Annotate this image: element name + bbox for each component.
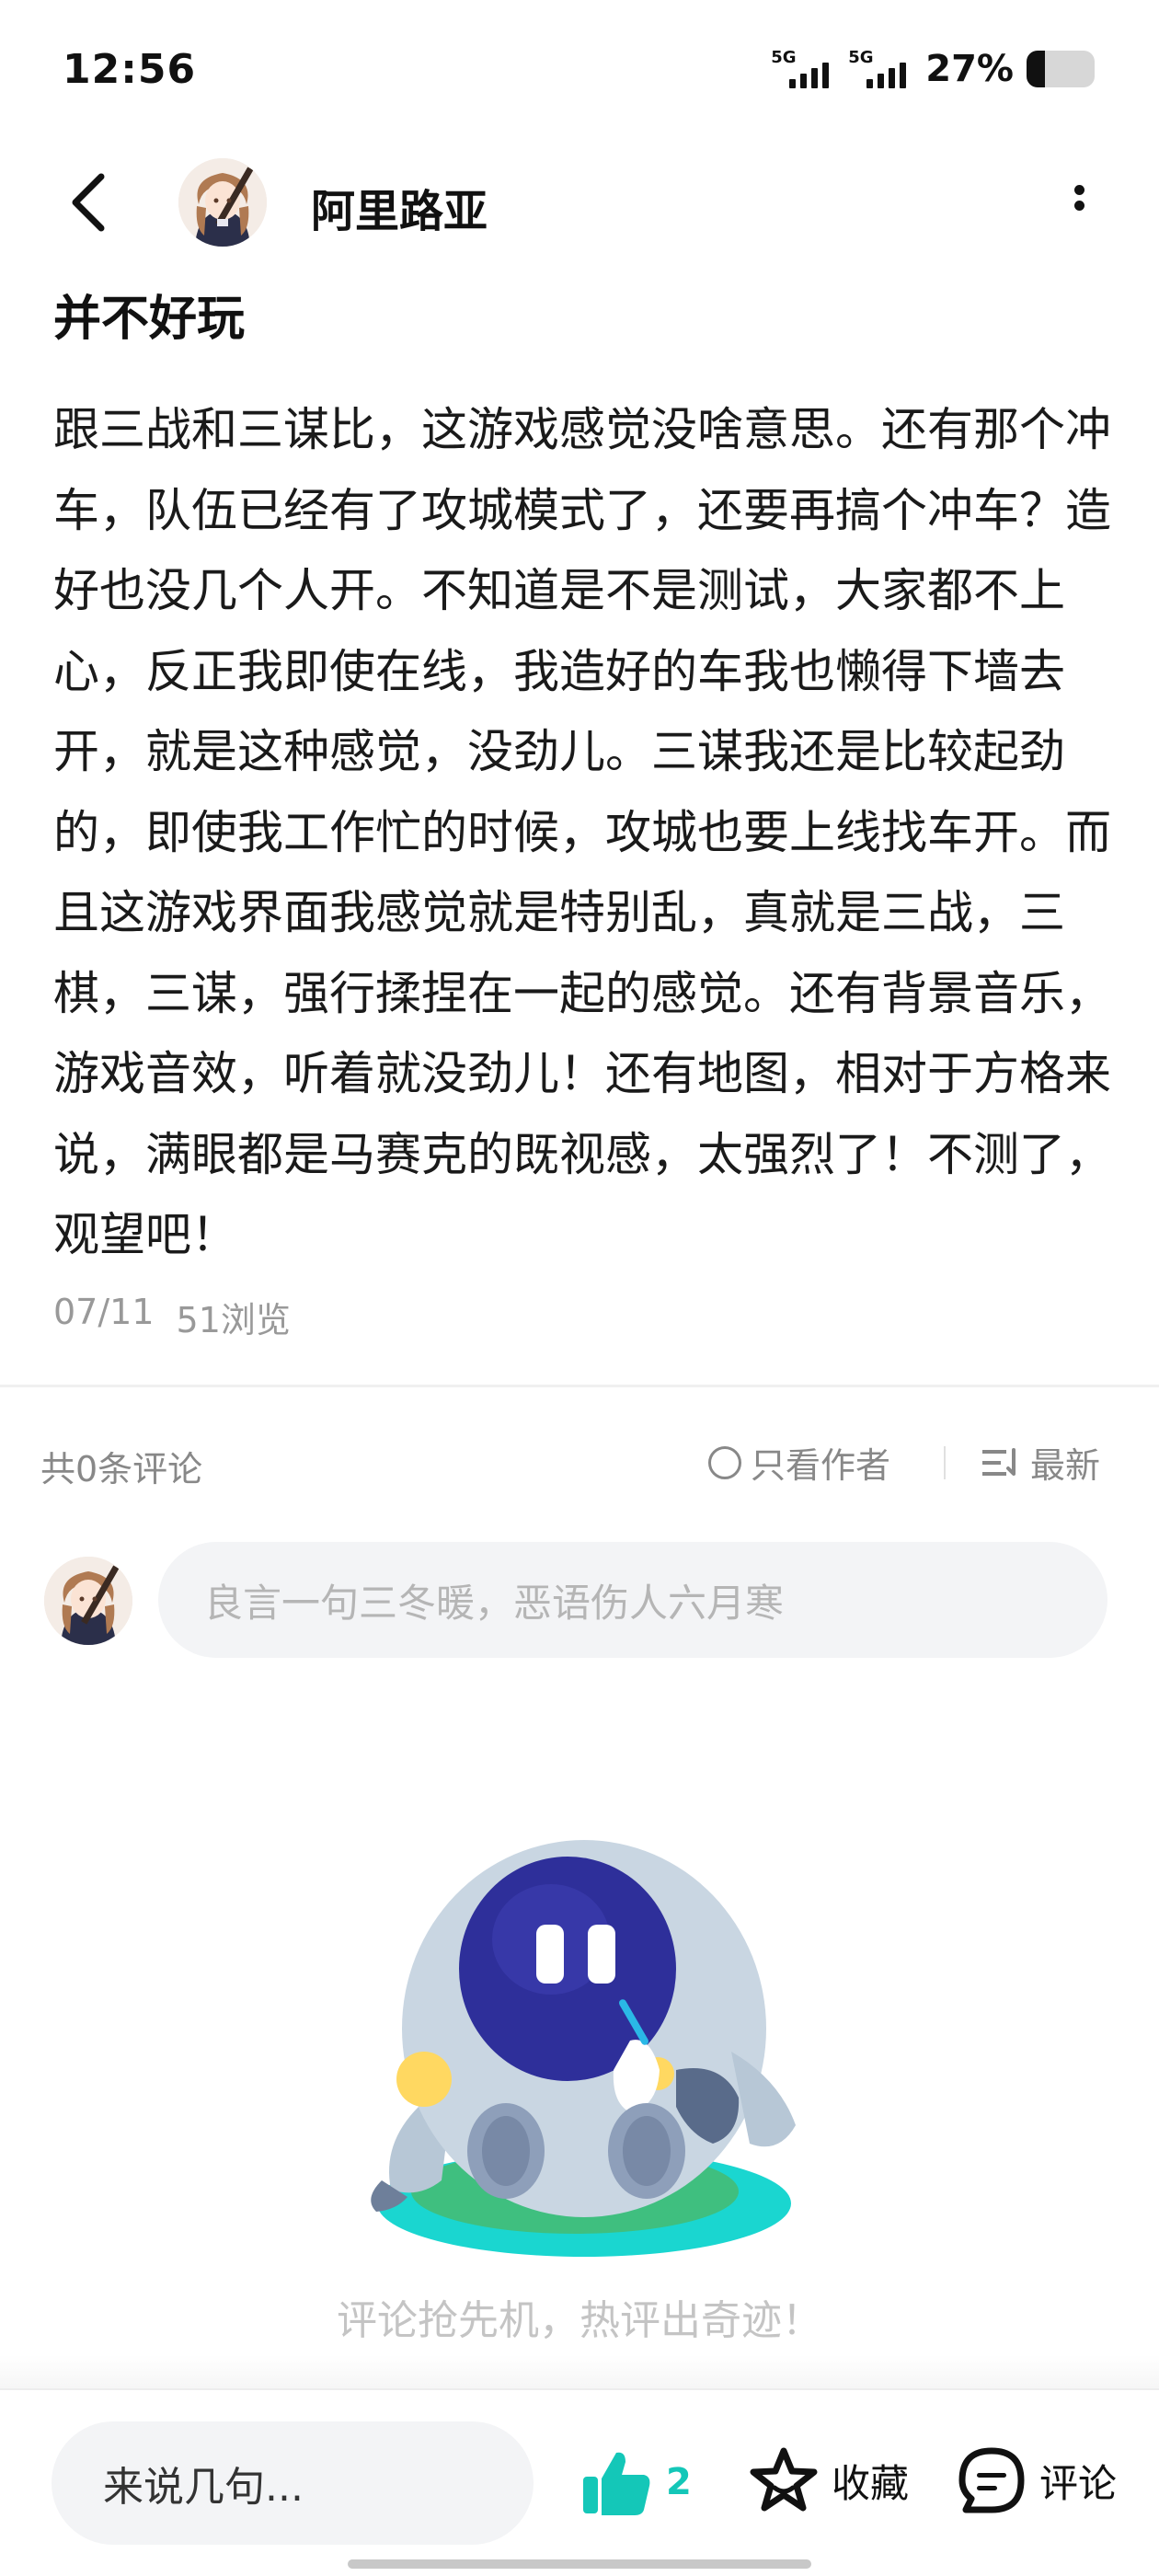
chat-bubble-icon <box>958 2447 1025 2513</box>
signal-icon: 5G <box>848 46 912 92</box>
back-button[interactable] <box>55 166 129 239</box>
comment-input[interactable]: 良言一句三冬暖，恶语伤人六月寒 <box>158 1542 1107 1658</box>
post-meta: 07/11 51浏览 <box>53 1292 291 1342</box>
battery-percent: 27% <box>925 48 1014 90</box>
thumbs-up-icon <box>583 2452 650 2515</box>
comment-button[interactable]: 评论 <box>955 2444 1117 2517</box>
battery-icon <box>1027 51 1095 87</box>
say-something-placeholder: 来说几句... <box>103 2464 304 2511</box>
comment-input-placeholder: 良言一句三冬暖，恶语伤人六月寒 <box>204 1580 785 1626</box>
status-time: 12:56 <box>63 46 197 93</box>
author-avatar[interactable] <box>178 158 267 247</box>
status-bar: 12:56 5G 5G 27% <box>0 0 1159 138</box>
bottom-fade <box>0 2355 1159 2392</box>
say-something-input[interactable]: 来说几句... <box>52 2421 534 2545</box>
divider <box>944 1446 946 1479</box>
chevron-left-icon <box>72 173 105 232</box>
post-title: 并不好玩 <box>53 292 246 347</box>
sort-latest-button[interactable]: 最新 <box>981 1437 1100 1488</box>
sort-list-icon <box>982 1447 1016 1476</box>
section-divider <box>0 1385 1159 1387</box>
more-options-button[interactable] <box>1065 179 1093 225</box>
comment-label: 评论 <box>1039 2460 1118 2506</box>
sort-latest-label: 最新 <box>1030 1445 1101 1486</box>
like-button[interactable]: 2 <box>580 2445 692 2519</box>
post-date: 07/11 <box>53 1292 155 1332</box>
user-avatar <box>44 1557 132 1645</box>
author-only-label: 只看作者 <box>751 1445 891 1486</box>
author-name[interactable]: 阿里路亚 <box>311 175 488 239</box>
comments-count: 共0条评论 <box>40 1449 203 1489</box>
bottom-action-bar: 来说几句... 2 收藏 评论 <box>0 2388 1159 2576</box>
star-icon <box>750 2447 818 2512</box>
status-indicators: 5G 5G 27% <box>771 46 1095 92</box>
robot-mascot-icon <box>371 1840 796 2257</box>
like-count: 2 <box>666 2461 692 2503</box>
more-vertical-icon <box>1065 185 1093 211</box>
radio-circle-icon <box>708 1445 741 1479</box>
favorite-button[interactable]: 收藏 <box>747 2444 909 2517</box>
post-views: 51浏览 <box>176 1300 291 1340</box>
home-indicator[interactable] <box>348 2559 811 2569</box>
author-only-toggle[interactable]: 只看作者 <box>708 1437 890 1488</box>
favorite-label: 收藏 <box>832 2460 910 2506</box>
signal-icon: 5G <box>771 46 835 92</box>
empty-comments-text: 评论抢先机，热评出奇迹！ <box>337 2297 822 2344</box>
post-body: 跟三战和三谋比，这游戏感觉没啥意思。还有那个冲车，队伍已经有了攻城模式了，还要再… <box>53 403 1111 1261</box>
post-header: 阿里路亚 <box>0 138 1159 267</box>
empty-state-mascot <box>354 1831 814 2272</box>
